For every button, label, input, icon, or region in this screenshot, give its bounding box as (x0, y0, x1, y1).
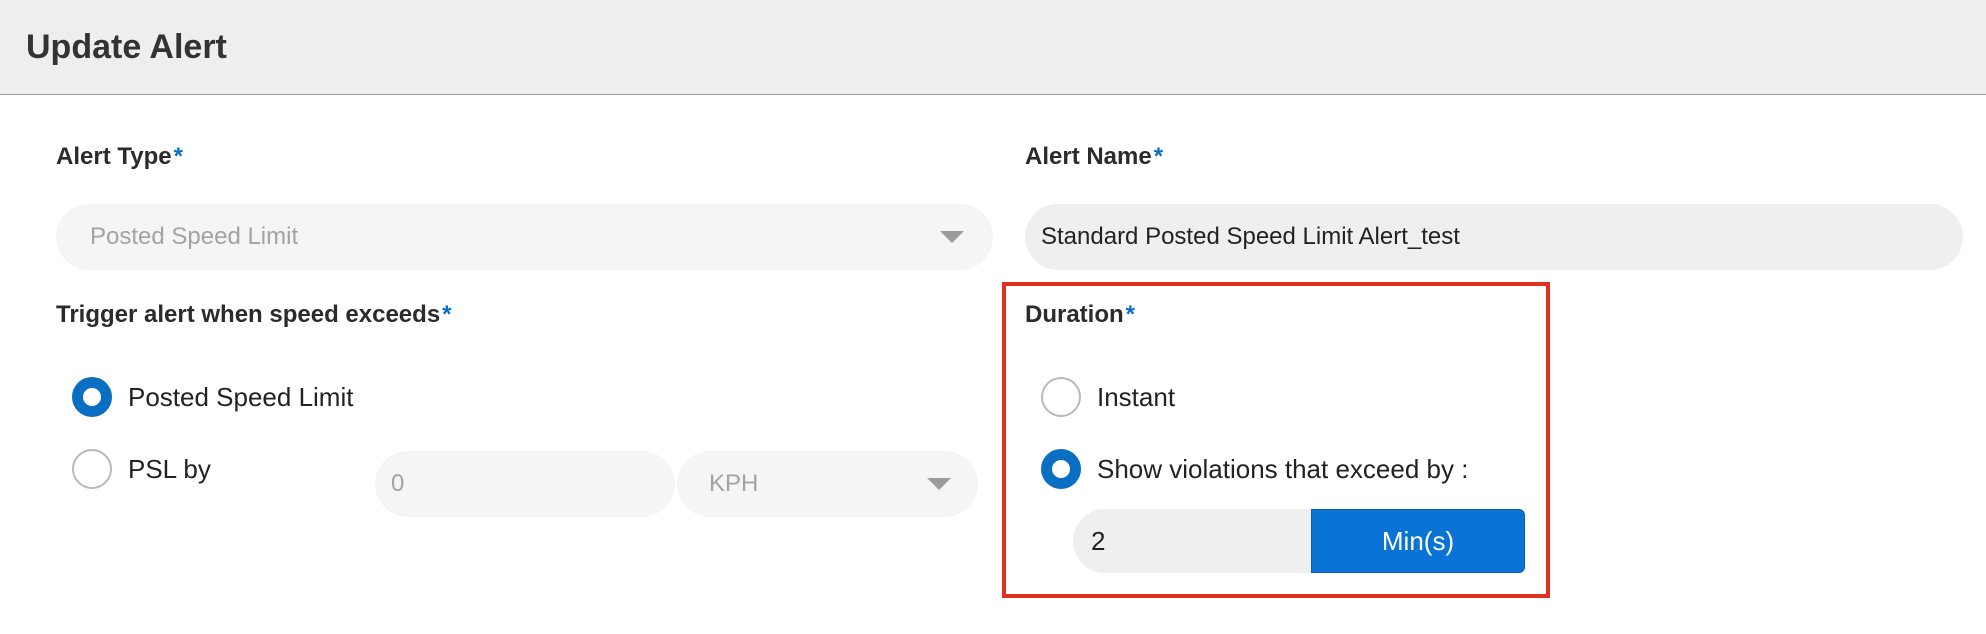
chevron-down-icon (940, 231, 964, 243)
alert-name-input[interactable]: Standard Posted Speed Limit Alert_test (1025, 204, 1963, 270)
alert-name-label-text: Alert Name (1025, 143, 1152, 170)
duration-value: 2 (1091, 526, 1106, 556)
psl-unit-value: KPH (709, 470, 759, 497)
alert-type-select[interactable]: Posted Speed Limit (56, 204, 993, 270)
trigger-label: Trigger alert when speed exceeds* (56, 301, 452, 329)
duration-value-input[interactable]: 2 (1073, 509, 1311, 573)
required-marker: * (1153, 143, 1164, 170)
psl-value: 0 (391, 470, 405, 497)
radio-unchecked-icon[interactable] (72, 449, 112, 489)
radio-checked-icon[interactable] (1041, 449, 1081, 489)
alert-type-label: Alert Type* (56, 143, 183, 171)
duration-label-text: Duration (1025, 301, 1124, 328)
radio-psl-by[interactable]: PSL by (72, 449, 211, 489)
trigger-label-text: Trigger alert when speed exceeds (56, 301, 441, 328)
page-title: Update Alert (26, 28, 227, 66)
alert-name-label: Alert Name* (1025, 143, 1163, 171)
psl-unit-select[interactable]: KPH (677, 451, 978, 517)
required-marker: * (1125, 301, 1136, 328)
radio-label: Instant (1097, 381, 1176, 412)
radio-posted-speed-limit[interactable]: Posted Speed Limit (72, 377, 353, 417)
radio-label: Show violations that exceed by : (1097, 453, 1469, 484)
psl-value-input[interactable]: 0 (375, 451, 675, 517)
chevron-down-icon (927, 478, 951, 490)
radio-instant[interactable]: Instant (1041, 377, 1175, 417)
required-marker: * (173, 143, 183, 170)
alert-type-label-text: Alert Type (56, 143, 172, 170)
required-marker: * (442, 301, 452, 328)
radio-unchecked-icon[interactable] (1041, 377, 1081, 417)
duration-label: Duration* (1025, 301, 1135, 329)
dialog-header: Update Alert (0, 0, 1986, 95)
radio-label: PSL by (128, 453, 211, 484)
alert-name-value: Standard Posted Speed Limit Alert_test (1041, 223, 1460, 250)
radio-checked-icon[interactable] (72, 377, 112, 417)
alert-type-value: Posted Speed Limit (90, 223, 299, 250)
radio-label: Posted Speed Limit (128, 381, 354, 412)
duration-unit-button[interactable]: Min(s) (1311, 509, 1525, 573)
radio-show-violations[interactable]: Show violations that exceed by : (1041, 449, 1468, 489)
